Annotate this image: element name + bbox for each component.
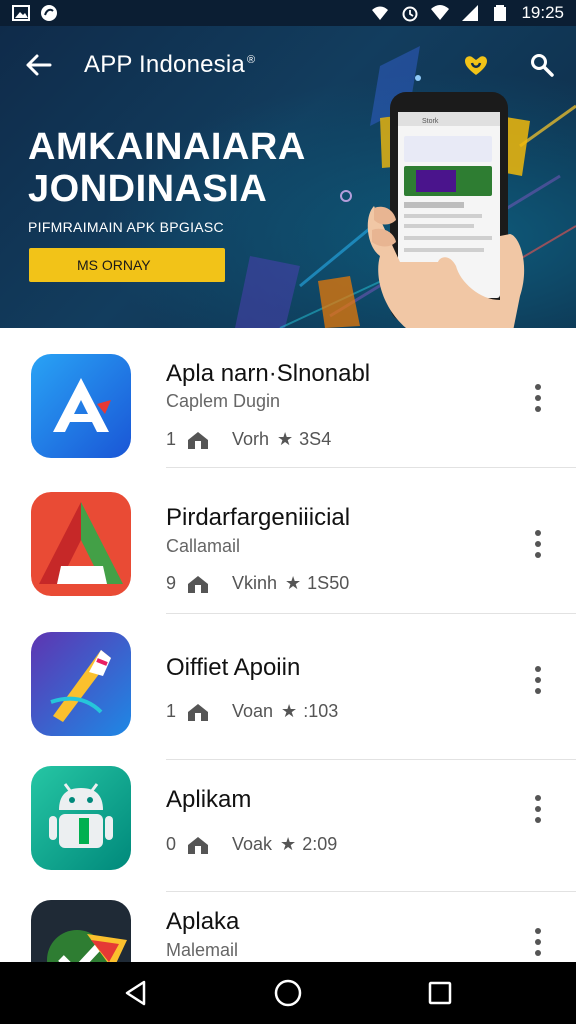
status-right-icons: 19:25 bbox=[371, 3, 564, 23]
more-options-button[interactable] bbox=[524, 789, 552, 829]
registered-mark: ® bbox=[246, 54, 256, 66]
battery-icon bbox=[491, 4, 509, 22]
hero-headline-line2: JONDINASIA bbox=[28, 168, 268, 210]
home-icon bbox=[186, 835, 210, 855]
app-meta: 0 Voak ★ 2:09 bbox=[166, 834, 337, 855]
app-rating: 2:09 bbox=[302, 834, 338, 854]
arrow-back-icon bbox=[26, 54, 52, 76]
app-label: Voak bbox=[232, 834, 273, 854]
home-circle-icon bbox=[274, 979, 302, 1007]
nav-back-button[interactable] bbox=[112, 969, 160, 1017]
star-icon: ★ bbox=[281, 701, 298, 721]
wifi-full-icon bbox=[431, 4, 450, 22]
nav-home-button[interactable] bbox=[264, 969, 312, 1017]
alarm-icon bbox=[401, 4, 419, 22]
more-options-button[interactable] bbox=[524, 660, 552, 700]
app-developer: Callamail bbox=[166, 536, 241, 556]
app-rating: 1S50 bbox=[307, 573, 350, 593]
app-meta: 1 Voan ★ :103 bbox=[166, 701, 338, 722]
app-icon-android-robot bbox=[31, 766, 131, 870]
search-button[interactable] bbox=[526, 49, 558, 81]
signal-icon bbox=[461, 4, 479, 22]
status-left-icons bbox=[12, 4, 58, 22]
app-count: 0 bbox=[166, 834, 177, 854]
hero-cta-button[interactable]: MS ORNAY bbox=[29, 248, 225, 282]
wifi-icon bbox=[371, 4, 389, 22]
list-item[interactable]: Aplikam 0 Voak ★ 2:09 bbox=[0, 752, 576, 892]
more-options-button[interactable] bbox=[524, 922, 552, 962]
app-icon-dark-check bbox=[31, 900, 131, 962]
hero-headline-line1: AMKAINAIARA bbox=[28, 126, 306, 168]
app-count: 1 bbox=[166, 701, 177, 721]
app-name: Aplaka bbox=[166, 908, 240, 935]
app-icon-red-a bbox=[31, 492, 131, 596]
phone-in-hand-illustration: Stork bbox=[367, 92, 525, 328]
app-label: Vkinh bbox=[232, 573, 278, 593]
app-developer: Malemail bbox=[166, 940, 239, 960]
star-icon: ★ bbox=[277, 429, 294, 449]
star-icon: ★ bbox=[285, 573, 302, 593]
star-icon: ★ bbox=[280, 834, 297, 854]
notification-icon bbox=[40, 4, 58, 22]
more-options-button[interactable] bbox=[524, 378, 552, 418]
app-icon-purple-pen bbox=[31, 632, 131, 736]
list-item[interactable]: Apla narn·Slnonabl Caplem Dugin 1 Vorh ★… bbox=[0, 328, 576, 468]
image-icon bbox=[12, 4, 30, 22]
app-rating: 3S4 bbox=[299, 429, 332, 449]
recents-square-icon bbox=[428, 981, 452, 1005]
app-developer: Caplem Dugin bbox=[166, 391, 281, 411]
phone-screen-title: Stork bbox=[422, 118, 439, 125]
app-meta: 9 Vkinh ★ 1S50 bbox=[166, 573, 349, 594]
divider bbox=[166, 613, 576, 614]
app-count: 1 bbox=[166, 429, 177, 449]
app-count: 9 bbox=[166, 573, 177, 593]
app-name: Apla narn·Slnonabl bbox=[166, 360, 371, 387]
hero-subtitle: PIFMRAIMAIN APK BPGIASC bbox=[28, 219, 224, 235]
app-label: Voan bbox=[232, 701, 274, 721]
app-name: Pirdarfargeniiicial bbox=[166, 504, 351, 531]
app-list: Apla narn·Slnonabl Caplem Dugin 1 Vorh ★… bbox=[0, 328, 576, 962]
app-title: APP Indonesia bbox=[84, 51, 245, 78]
system-nav-bar bbox=[0, 962, 576, 1024]
nav-recents-button[interactable] bbox=[416, 969, 464, 1017]
app-bar-actions bbox=[460, 49, 558, 81]
list-item[interactable]: Pirdarfargeniiicial Callamail 9 Vkinh ★ … bbox=[0, 474, 576, 614]
home-icon bbox=[186, 702, 210, 722]
app-icon-blue-a bbox=[31, 354, 131, 458]
home-icon bbox=[186, 430, 210, 450]
back-button[interactable] bbox=[18, 45, 58, 85]
app-rating: :103 bbox=[303, 701, 339, 721]
search-icon bbox=[531, 54, 554, 77]
badge-icon bbox=[465, 56, 487, 75]
back-triangle-icon bbox=[125, 980, 146, 1006]
home-icon bbox=[186, 574, 210, 594]
badge-button[interactable] bbox=[460, 49, 492, 81]
app-label: Vorh bbox=[232, 429, 270, 449]
app-name: Oiffiet Apoiin bbox=[166, 654, 301, 681]
more-options-button[interactable] bbox=[524, 524, 552, 564]
divider bbox=[166, 467, 576, 468]
hero-headline: AMKAINAIARA JONDINASIA bbox=[28, 126, 306, 210]
app-name: Aplikam bbox=[166, 786, 252, 813]
list-item[interactable]: Aplaka Malemail bbox=[0, 884, 576, 962]
status-time: 19:25 bbox=[521, 3, 564, 22]
list-item[interactable]: Oiffiet Apoiin 1 Voan ★ :103 bbox=[0, 620, 576, 760]
status-bar: 19:25 bbox=[0, 0, 576, 26]
hero-banner: APP Indonesia ® AMKAINAIARA JONDINASIA P… bbox=[0, 26, 576, 328]
app-meta: 1 Vorh ★ 3S4 bbox=[166, 429, 331, 450]
